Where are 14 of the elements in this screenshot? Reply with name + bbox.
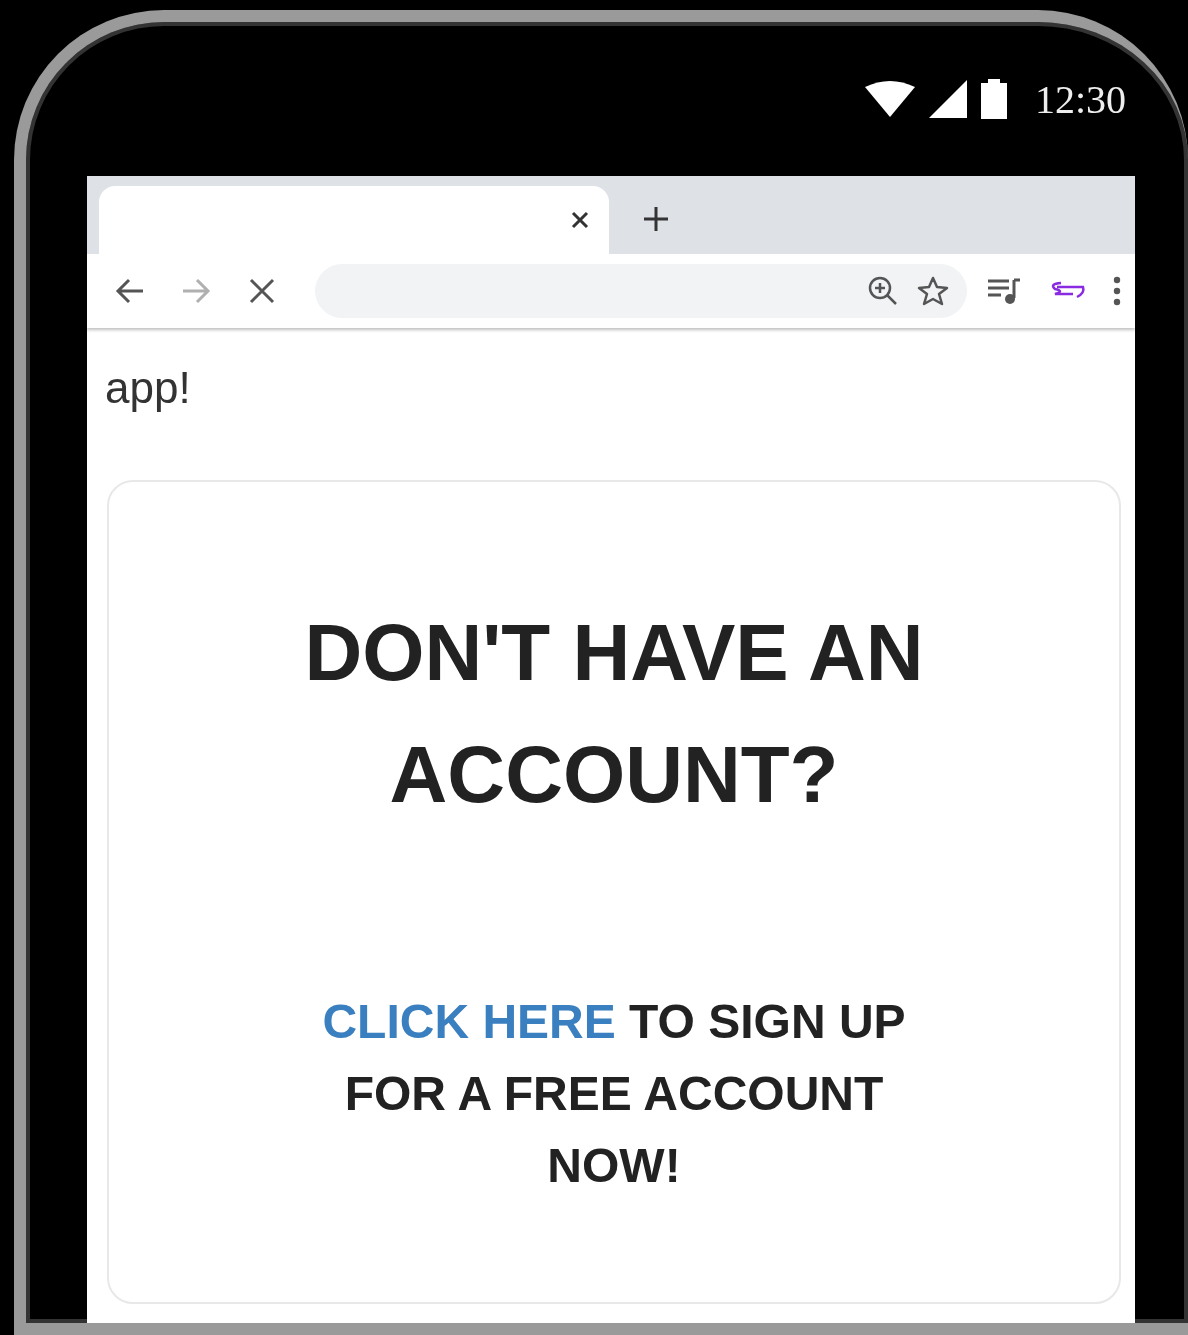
zoom-in-icon [867, 275, 899, 307]
status-time: 12:30 [1034, 75, 1126, 123]
plus-icon [643, 206, 669, 232]
more-menu-icon[interactable] [1113, 276, 1121, 306]
card-heading: DON'T HAVE AN ACCOUNT? [303, 607, 925, 821]
intro-text: app! [105, 362, 192, 414]
playlist-icon[interactable] [987, 277, 1021, 305]
wifi-icon [864, 81, 915, 117]
signup-text: CLICK HERE TO SIGN UP FOR A FREE ACCOUNT NOW! [321, 994, 907, 1194]
close-icon [571, 211, 589, 229]
star-icon [917, 275, 949, 307]
battery-icon [980, 79, 1007, 119]
signal-icon [928, 80, 967, 118]
signup-link[interactable]: CLICK HERE [322, 995, 616, 1048]
